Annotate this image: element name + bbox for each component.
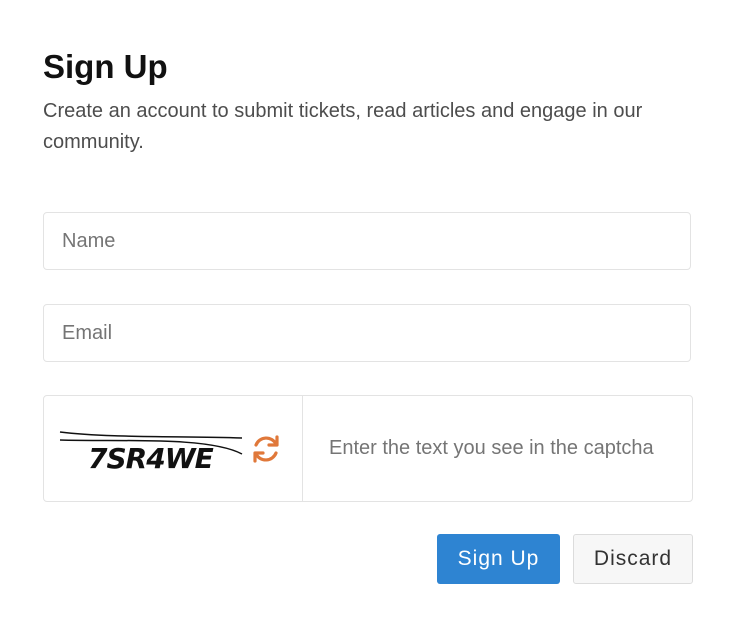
captcha-text: 7SR4WE: [88, 442, 214, 475]
captcha-box: 7SR4WE: [43, 395, 693, 502]
sign-up-button[interactable]: Sign Up: [437, 534, 560, 584]
page-title: Sign Up: [43, 48, 168, 85]
name-input[interactable]: [44, 213, 690, 269]
discard-button[interactable]: Discard: [573, 534, 693, 584]
email-field-wrapper: [43, 304, 691, 362]
page-subtitle: Create an account to submit tickets, rea…: [43, 100, 643, 153]
captcha-input[interactable]: [303, 396, 692, 501]
captcha-image-cell: 7SR4WE: [44, 396, 303, 501]
captcha-image: 7SR4WE: [58, 418, 244, 475]
name-field-wrapper: [43, 212, 691, 270]
email-input[interactable]: [44, 305, 690, 361]
refresh-icon[interactable]: [249, 432, 283, 466]
captcha-input-cell: [303, 396, 692, 501]
